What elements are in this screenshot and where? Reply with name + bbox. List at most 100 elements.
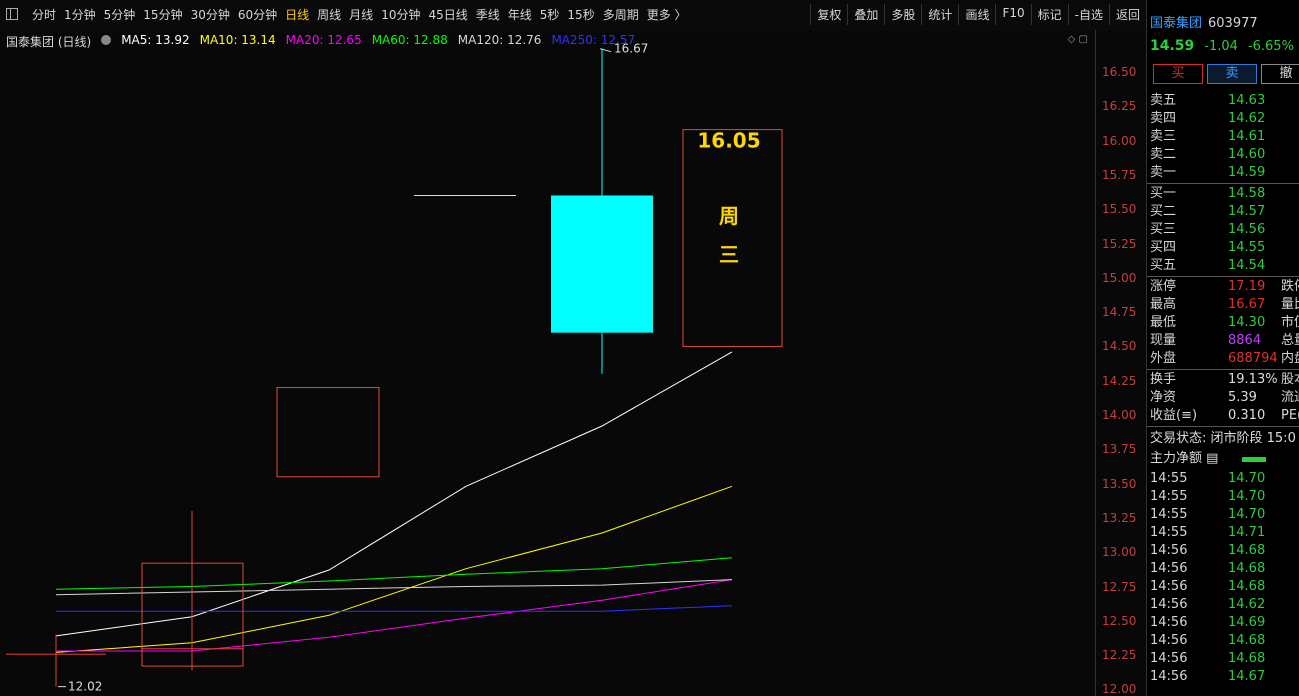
tool-button-2[interactable]: 多股	[884, 4, 921, 25]
row-value: 14.70	[1228, 507, 1266, 522]
cancel-button[interactable]: 撤	[1261, 64, 1299, 84]
row-label: 外盘	[1150, 351, 1177, 366]
trade-row: 14:55 14.70	[1150, 506, 1299, 524]
row-value: 14.70	[1228, 471, 1266, 486]
row-label: 14:56	[1150, 669, 1188, 684]
tool-button-6[interactable]: 标记	[1030, 4, 1068, 25]
row-label: 14:55	[1150, 489, 1188, 504]
trade-row: 14:55 14.70	[1150, 488, 1299, 506]
annotation-day: 周	[719, 204, 739, 228]
period-tab-10[interactable]: 45日线	[424, 6, 471, 23]
period-tab-1[interactable]: 1分钟	[60, 6, 100, 23]
y-tick-label: 14.00	[1102, 408, 1137, 422]
row-value: 14.62	[1228, 111, 1266, 126]
bid-row: 买五 14.54	[1150, 257, 1299, 275]
y-tick-label: 16.25	[1102, 99, 1137, 114]
stat-row: 涨停 17.19 跌停	[1150, 278, 1299, 296]
row-value: 0.310	[1228, 408, 1266, 423]
row-label-2: 量比	[1281, 297, 1299, 312]
stat-row: 收益(≡) 0.310 PE(动	[1150, 407, 1299, 425]
stock-name: 国泰集团 603977	[1150, 12, 1258, 31]
period-tab-11[interactable]: 季线	[472, 6, 504, 23]
period-tab-7[interactable]: 周线	[313, 6, 345, 23]
period-tab-14[interactable]: 15秒	[563, 6, 598, 23]
row-label: 换手	[1150, 372, 1177, 387]
tool-button-3[interactable]: 统计	[921, 4, 958, 25]
trade-row: 14:56 14.62	[1150, 596, 1299, 614]
period-tab-6[interactable]: 日线	[281, 6, 313, 23]
row-value: 14.68	[1228, 543, 1266, 558]
y-tick-label: 15.25	[1102, 236, 1137, 251]
quote-panel: 国泰集团 603977 14.59 -1.04 -6.65% 买 卖 撤 卖五 14.6…	[1146, 0, 1299, 696]
period-toolbar: 分时 1分钟 5分钟 15分钟 30分钟 60分钟 日线 周线 月线 10分钟 45日线 季线 年线 5秒…	[0, 0, 1146, 31]
period-tab-13[interactable]: 5秒	[536, 6, 564, 23]
trade-row: 14:56 14.68	[1150, 542, 1299, 560]
row-value: 14.57	[1228, 204, 1266, 219]
period-tab-2[interactable]: 5分钟	[100, 6, 140, 23]
period-tab-4[interactable]: 30分钟	[187, 6, 234, 23]
bid-row: 买二 14.57	[1150, 203, 1299, 221]
candle-body	[551, 195, 653, 333]
row-label: 14:56	[1150, 579, 1188, 594]
price-change-pct: -6.65%	[1247, 39, 1294, 54]
period-tab-15[interactable]: 多周期	[599, 6, 643, 23]
ma-line-ma10	[55, 485, 733, 653]
row-value: 14.63	[1228, 93, 1266, 108]
y-tick-label: 12.50	[1102, 613, 1137, 628]
trade-row: 14:56 14.68	[1150, 650, 1299, 668]
period-tab-8[interactable]: 月线	[345, 6, 377, 23]
period-tab-16[interactable]: 更多 〉	[643, 6, 691, 23]
tool-button-7[interactable]: -自选	[1067, 4, 1109, 25]
row-label-2: 流通	[1281, 390, 1299, 405]
row-value: 14.58	[1228, 186, 1266, 201]
y-tick-label: 12.25	[1102, 648, 1137, 663]
status-separator	[1147, 426, 1299, 427]
ma-line-ma250	[56, 605, 733, 612]
y-tick-label: 15.50	[1102, 202, 1137, 217]
row-label-2: 总量	[1281, 333, 1299, 348]
row-label-2: 股本	[1281, 372, 1299, 387]
row-value: 14.61	[1228, 129, 1266, 144]
trade-row: 14:55 14.71	[1150, 524, 1299, 542]
row-value: 14.60	[1228, 147, 1266, 162]
kline-chart[interactable]: 国泰集团 (日线) MA5: 13.92 MA10: 13.14 MA20: 12.…	[0, 30, 1146, 696]
ask-row: 卖四 14.62	[1150, 110, 1299, 128]
period-tab-12[interactable]: 年线	[504, 6, 536, 23]
row-value: 14.59	[1228, 165, 1266, 180]
row-value: 14.30	[1228, 315, 1266, 330]
row-value: 14.56	[1228, 222, 1266, 237]
sidebar-toggle-icon[interactable]	[6, 8, 18, 20]
tool-button-4[interactable]: 画线	[958, 4, 995, 25]
trade-row: 14:56 14.68	[1150, 560, 1299, 578]
tool-button-1[interactable]: 叠加	[847, 4, 884, 25]
buy-button[interactable]: 买	[1153, 64, 1203, 84]
row-label: 14:55	[1150, 507, 1188, 522]
period-tab-5[interactable]: 60分钟	[234, 6, 281, 23]
period-tab-0[interactable]: 分时	[28, 6, 60, 23]
row-label: 14:56	[1150, 561, 1188, 576]
row-label: 净资	[1150, 390, 1177, 405]
bid-row: 买四 14.55	[1150, 239, 1299, 257]
stat-row: 现量 8864 总量	[1150, 332, 1299, 350]
ma-line-ma20	[56, 579, 733, 652]
trade-row: 14:56 14.68	[1150, 578, 1299, 596]
period-tab-3[interactable]: 15分钟	[139, 6, 186, 23]
sell-button[interactable]: 卖	[1207, 64, 1257, 84]
tool-button-5[interactable]: F10	[995, 4, 1030, 25]
row-value: 14.71	[1228, 525, 1266, 540]
row-label: 14:56	[1150, 633, 1188, 648]
tool-button-8[interactable]: 返回	[1108, 4, 1146, 25]
y-tick-label: 13.75	[1102, 442, 1137, 457]
money-flow-label[interactable]: 主力净额 ▤	[1150, 450, 1299, 468]
tool-button-0[interactable]: 复权	[810, 4, 847, 25]
y-tick-label: 14.75	[1102, 305, 1137, 320]
trade-row: 14:55 14.70	[1150, 470, 1299, 488]
row-value: 14.62	[1228, 597, 1266, 612]
row-label: 卖四	[1150, 111, 1177, 126]
stat-row: 净资 5.39 流通	[1150, 389, 1299, 407]
y-tick-label: 15.75	[1102, 167, 1137, 182]
low-price-label: 12.02	[68, 680, 102, 694]
row-value: 14.68	[1228, 651, 1266, 666]
ask-row: 卖二 14.60	[1150, 146, 1299, 164]
period-tab-9[interactable]: 10分钟	[377, 6, 424, 23]
